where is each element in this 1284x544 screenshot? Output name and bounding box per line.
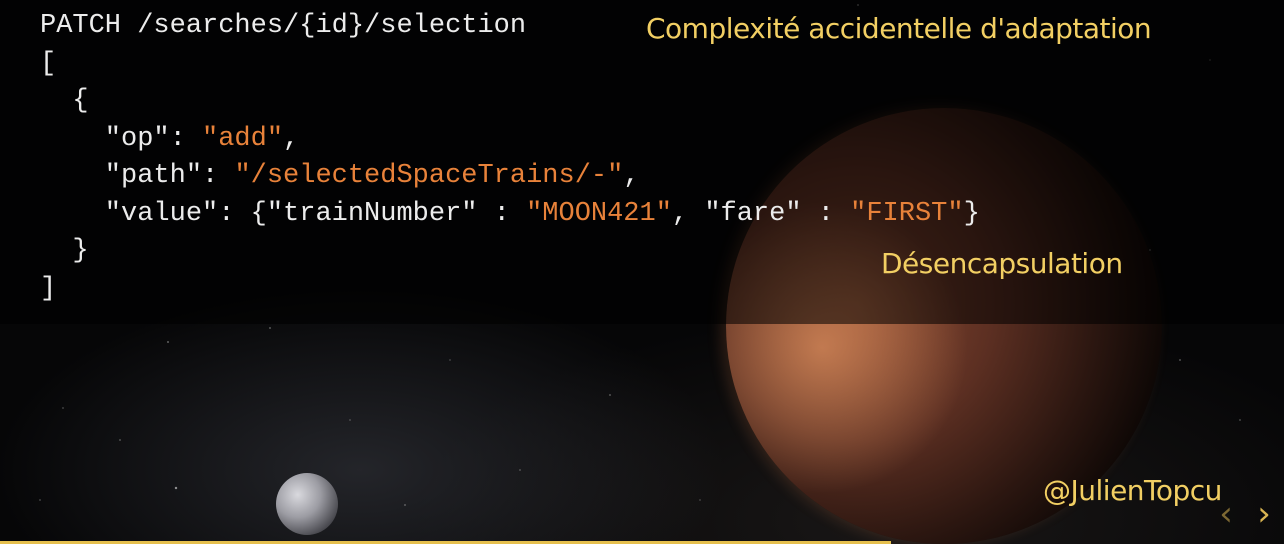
code-op-end: , — [283, 123, 300, 154]
code-line-request: PATCH /searches/{id}/selection — [40, 11, 527, 41]
code-fare-key: , "fare" : — [671, 198, 851, 229]
code-value-end: } — [963, 198, 980, 229]
code-op-key: "op": — [40, 123, 203, 154]
annotation-decapsulation: Désencapsulation — [881, 247, 1123, 280]
code-op-value: "add" — [202, 123, 284, 154]
code-line-open-brace: { — [40, 86, 89, 116]
chevron-left-icon[interactable]: ‹ — [1212, 494, 1240, 534]
code-block: PATCH /searches/{id}/selection [ { "op":… — [40, 8, 980, 308]
annotation-accidental-complexity: Complexité accidentelle d'adaptation — [646, 12, 1152, 45]
code-train-value: "MOON421" — [526, 198, 672, 229]
chevron-right-icon[interactable]: › — [1250, 494, 1278, 534]
code-line-open-bracket: [ — [40, 48, 57, 79]
code-path-key: "path": — [40, 161, 235, 191]
moon-image — [276, 473, 338, 535]
code-line-close-brace: } — [40, 236, 89, 266]
code-line-close-bracket: ] — [40, 273, 57, 304]
code-path-end: , — [623, 161, 640, 191]
code-path-value: "/selectedSpaceTrains/-" — [234, 161, 624, 191]
code-fare-value: "FIRST" — [850, 198, 964, 229]
slide: PATCH /searches/{id}/selection [ { "op":… — [0, 0, 1284, 544]
code-value-key: "value": {"trainNumber" : — [40, 198, 527, 229]
author-handle: @JulienTopcu — [1043, 474, 1222, 507]
